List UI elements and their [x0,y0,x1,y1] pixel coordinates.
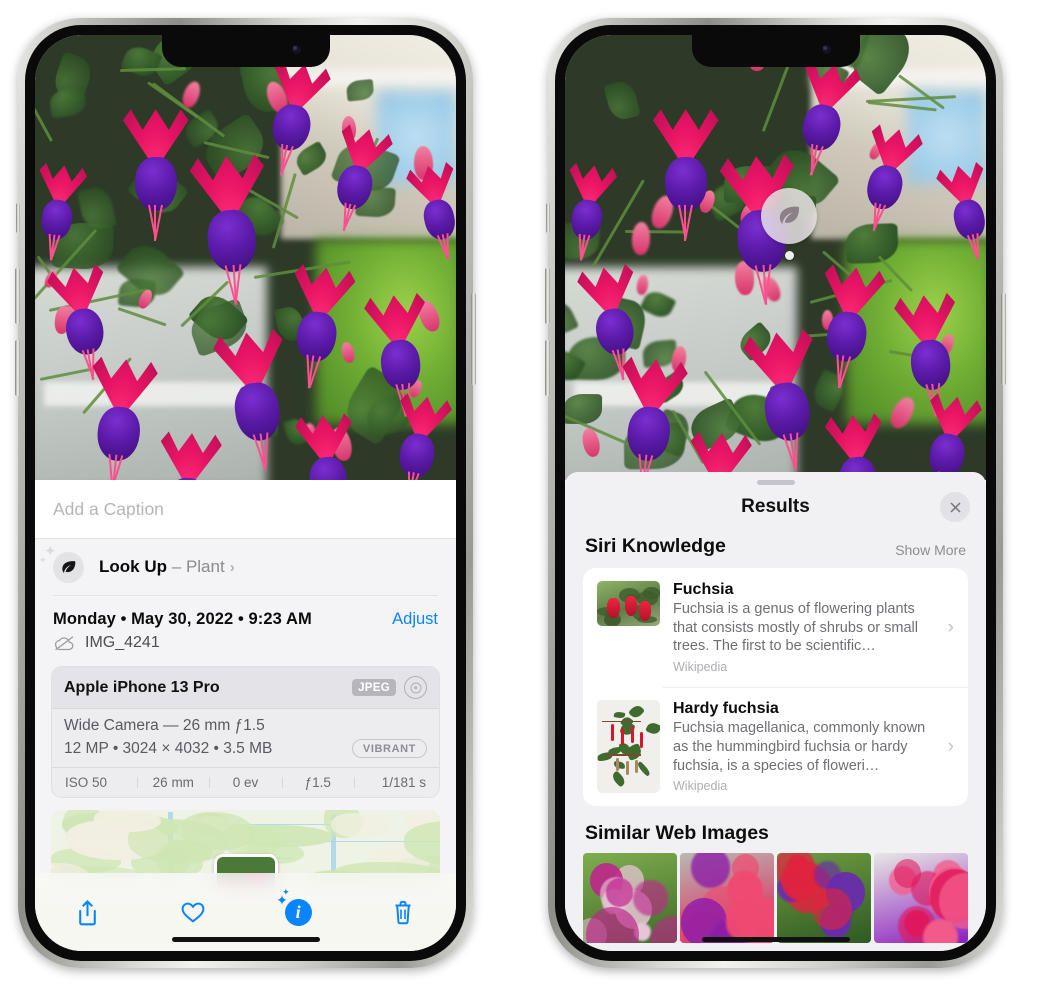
similar-web-image[interactable] [583,853,677,944]
home-indicator-right[interactable] [701,937,850,942]
siri-knowledge-title: Siri Knowledge [585,535,726,557]
info-glyph: i [284,898,312,926]
volume-down-button-right[interactable] [545,340,550,396]
sparkle-icon-small-2: ✦ [282,887,290,897]
knowledge-result-row-1[interactable]: Fuchsia Fuchsia is a genus of flowering … [583,568,968,687]
result-title: Hardy fuchsia [673,700,779,718]
chevron-right-icon: › [229,559,235,576]
result-description: Fuchsia magellanica, commonly known as t… [673,720,926,774]
cloud-slash-icon [54,635,74,650]
result-source: Wikipedia [673,779,728,794]
power-button-right[interactable] [1001,293,1006,385]
power-button-left[interactable] [471,293,476,385]
device-name: Apple iPhone 13 Pro [64,678,220,696]
trash-icon[interactable] [383,892,423,932]
visual-look-up-badge[interactable] [761,188,817,244]
result-thumbnail [597,700,660,794]
photo-viewer-left[interactable] [35,35,456,480]
caption-input-row[interactable]: Add a Caption [35,480,456,539]
visual-look-up-anchor-dot [785,251,794,260]
caption-placeholder: Add a Caption [53,498,164,519]
photo-viewer-right[interactable] [565,35,986,480]
look-up-title: Look Up [99,557,167,576]
leaf-icon: ✦ ✦ [39,544,84,583]
look-up-subject: Plant [185,557,225,576]
heart-icon[interactable] [173,892,213,932]
results-header: Results [565,485,986,529]
mute-switch-left[interactable] [16,203,20,233]
front-camera-icon-right [820,44,832,55]
format-badge: JPEG [352,679,396,696]
iphone-left: Add a Caption ✦ ✦ Look Up – Plant › Mond… [15,18,476,968]
result-thumbnail [597,581,660,626]
notch-left [161,35,330,67]
lens-line: Wide Camera — 26 mm ƒ1.5 [64,717,265,734]
exif-cell-3: ƒ1.5 [281,775,354,790]
results-sheet: Results Siri Knowledge Show More Fuchsia… [565,472,986,951]
aperture-icon [404,676,427,699]
photo-filename: IMG_4241 [85,634,160,651]
exif-cell-1: 26 mm [137,775,209,790]
result-description: Fuchsia is a genus of flowering plants t… [673,601,918,655]
chevron-right-icon: › [947,735,954,757]
chevron-right-icon: › [947,616,954,638]
show-more-button[interactable]: Show More [895,542,966,558]
home-indicator-left[interactable] [171,937,320,942]
siri-knowledge-section-header: Siri Knowledge Show More [565,529,986,568]
metadata-card-header: Apple iPhone 13 Pro JPEG [52,667,439,709]
exif-cell-0: ISO 50 [65,775,108,790]
photo-date: Monday • May 30, 2022 • 9:23 AM [53,610,312,628]
similar-web-images-section-header: Similar Web Images [565,806,986,847]
iphone-right: Results Siri Knowledge Show More Fuchsia… [545,18,1006,968]
result-title: Fuchsia [673,581,734,598]
volume-up-button-right[interactable] [545,268,550,324]
notch-right [691,35,860,67]
results-title: Results [741,496,810,517]
info-icon[interactable]: ✦ ✦ i [276,888,318,932]
screen-right: Results Siri Knowledge Show More Fuchsia… [565,35,986,951]
similar-web-image[interactable] [874,853,968,944]
date-row: Monday • May 30, 2022 • 9:23 AM Adjust [35,596,456,629]
sparkle-icon-small: ✦ [39,554,47,565]
exif-row: ISO 50 26 mm 0 ev ƒ1.5 1/181 s [52,767,439,797]
look-up-row[interactable]: ✦ ✦ Look Up – Plant › [35,539,456,595]
volume-down-button-left[interactable] [15,340,20,396]
filename-row: IMG_4241 [35,629,456,652]
similar-web-image[interactable] [680,853,774,944]
look-up-label: Look Up – Plant › [99,557,235,577]
siri-knowledge-card: Fuchsia Fuchsia is a genus of flowering … [583,568,968,807]
similar-web-images-strip[interactable] [565,853,986,944]
knowledge-result-row-2[interactable]: Hardy fuchsia Fuchsia magellanica, commo… [583,687,968,806]
share-icon[interactable] [68,892,108,932]
camera-metadata-card[interactable]: Apple iPhone 13 Pro JPEG Wide Camera — 2… [51,666,440,798]
look-up-dash: – [171,557,182,576]
similar-web-image[interactable] [777,853,871,944]
screen-left: Add a Caption ✦ ✦ Look Up – Plant › Mond… [35,35,456,951]
screenshot-root: Add a Caption ✦ ✦ Look Up – Plant › Mond… [0,0,1055,985]
close-icon[interactable] [940,492,970,522]
adjust-button[interactable]: Adjust [392,610,438,629]
exif-cell-2: 0 ev [209,775,281,790]
metadata-card-body: Wide Camera — 26 mm ƒ1.5 12 MP • 3024 × … [52,709,439,767]
exif-cell-4: 1/181 s [353,775,429,790]
front-camera-icon [290,44,302,55]
volume-up-button-left[interactable] [15,268,20,324]
mute-switch-right[interactable] [546,203,550,233]
spec-line: 12 MP • 3024 × 4032 • 3.5 MB [64,739,273,757]
photo-info-sheet: Add a Caption ✦ ✦ Look Up – Plant › Mond… [35,480,456,951]
similar-web-images-title: Similar Web Images [585,822,769,845]
result-source: Wikipedia [673,660,728,675]
style-badge: VIBRANT [351,739,427,758]
